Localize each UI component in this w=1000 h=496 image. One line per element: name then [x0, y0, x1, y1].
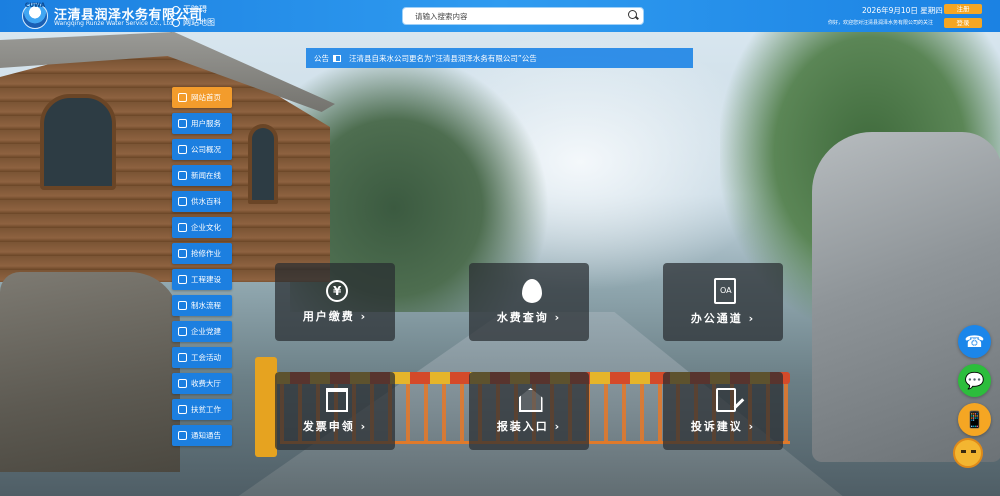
mobile-icon: 📱 [964, 410, 985, 429]
sitemap-link-label: 网站地图 [183, 18, 215, 27]
search-box [402, 7, 644, 25]
login-button[interactable]: 登录 [944, 18, 982, 28]
mascot-icon[interactable] [953, 438, 983, 468]
tile-label: 投诉建议 › [690, 420, 756, 433]
oa-document-icon [714, 278, 736, 304]
menu-item-user-service[interactable]: 用户服务 [172, 113, 232, 134]
wechat-icon: 💬 [964, 371, 985, 390]
mobile-float-button[interactable]: 📱 [958, 403, 991, 436]
sitemap-icon [172, 18, 180, 27]
tile-complaint-suggestion[interactable]: 投诉建议 › [663, 372, 783, 450]
menu-item-label: 企业文化 [191, 223, 221, 232]
menu-item-label: 新闻在线 [191, 171, 221, 180]
current-date: 2026年9月10日 星期四 [862, 6, 943, 15]
water-drop-search-icon [521, 279, 542, 303]
handshake-icon [178, 405, 187, 414]
wrench-icon [178, 249, 187, 258]
menu-item-label: 工程建设 [191, 275, 221, 284]
menu-item-culture[interactable]: 企业文化 [172, 217, 232, 238]
rock-left [0, 272, 180, 472]
house-install-icon [518, 388, 543, 412]
menu-item-home[interactable]: 网站首页 [172, 87, 232, 108]
menu-item-label: 制水流程 [191, 301, 221, 310]
menu-item-label: 收费大厅 [191, 379, 221, 388]
building-icon [178, 145, 187, 154]
gate-post [255, 357, 277, 457]
menu-item-party[interactable]: 企业党建 [172, 321, 232, 342]
tile-install-entry[interactable]: 报装入口 › [469, 372, 589, 450]
menu-item-label: 工会活动 [191, 353, 221, 362]
accessible-link-label: 无障碍 [183, 5, 207, 14]
menu-item-water-wiki[interactable]: 供水百科 [172, 191, 232, 212]
culture-icon [178, 223, 187, 232]
tile-water-fee-query[interactable]: 水费查询 › [469, 263, 589, 341]
top-header: CUWA 汪清县润泽水务有限公司 Wangqing Runze Water Se… [0, 0, 1000, 32]
menu-item-water-process[interactable]: 制水流程 [172, 295, 232, 316]
user-icon [178, 119, 187, 128]
tile-label: 水费查询 › [496, 311, 562, 324]
tile-office-channel[interactable]: 办公通道 › [663, 263, 783, 341]
search-input[interactable] [403, 11, 625, 21]
menu-item-company-profile[interactable]: 公司概况 [172, 139, 232, 160]
wechat-float-button[interactable]: 💬 [958, 364, 991, 397]
invoice-printer-icon [326, 388, 348, 412]
company-name-en: Wangqing Runze Water Service Co., Ltd [54, 20, 173, 27]
menu-item-label: 企业党建 [191, 327, 221, 336]
party-icon [178, 327, 187, 336]
menu-item-billing-hall[interactable]: 收费大厅 [172, 373, 232, 394]
tile-invoice-apply[interactable]: 发票申领 › [275, 372, 395, 450]
home-icon [178, 93, 187, 102]
cabin-window [40, 94, 116, 190]
flag-icon [178, 353, 187, 362]
menu-item-label: 网站首页 [191, 93, 221, 102]
cabin-window [248, 124, 278, 204]
tile-label: 报装入口 › [496, 420, 562, 433]
search-icon[interactable] [625, 8, 643, 24]
bell-icon [178, 431, 187, 440]
tile-label: 用户缴费 › [302, 310, 368, 323]
construction-icon [178, 275, 187, 284]
menu-item-repair[interactable]: 抢修作业 [172, 243, 232, 264]
payment-coin-icon [326, 280, 348, 302]
notice-label: 公告 [314, 53, 329, 63]
menu-item-label: 供水百科 [191, 197, 221, 206]
menu-item-poverty-relief[interactable]: 扶贫工作 [172, 399, 232, 420]
notice-text[interactable]: 汪清县自来水公司更名为“汪清县润泽水务有限公司”公告 [349, 53, 537, 64]
notice-bar[interactable]: 公告 汪清县自来水公司更名为“汪清县润泽水务有限公司”公告 [306, 48, 693, 68]
complaint-edit-icon [715, 388, 736, 412]
register-button[interactable]: 注册 [944, 4, 982, 14]
accessible-link[interactable]: 无障碍 [172, 4, 207, 15]
menu-item-news[interactable]: 新闻在线 [172, 165, 232, 186]
menu-item-notices[interactable]: 通知通告 [172, 425, 232, 446]
sitemap-link[interactable]: 网站地图 [172, 17, 215, 28]
welcome-text: 你好，欢迎您对汪清县润泽水务有限公司的关注 [828, 20, 934, 26]
tile-user-payment[interactable]: 用户缴费 › [275, 263, 395, 341]
news-icon [178, 171, 187, 180]
tile-label: 办公通道 › [690, 312, 756, 325]
menu-item-label: 扶贫工作 [191, 405, 221, 414]
accessibility-icon [172, 5, 180, 14]
megaphone-icon [333, 54, 341, 62]
process-icon [178, 301, 187, 310]
book-icon [178, 197, 187, 206]
menu-item-label: 公司概况 [191, 145, 221, 154]
menu-item-union[interactable]: 工会活动 [172, 347, 232, 368]
cashier-icon [178, 379, 187, 388]
logo-text: CUWA [24, 2, 46, 9]
phone-float-button[interactable]: ☎ [958, 325, 991, 358]
menu-item-label: 用户服务 [191, 119, 221, 128]
menu-item-construction[interactable]: 工程建设 [172, 269, 232, 290]
menu-item-label: 通知通告 [191, 431, 221, 440]
phone-icon: ☎ [964, 332, 985, 351]
tile-label: 发票申领 › [302, 420, 368, 433]
menu-item-label: 抢修作业 [191, 249, 221, 258]
